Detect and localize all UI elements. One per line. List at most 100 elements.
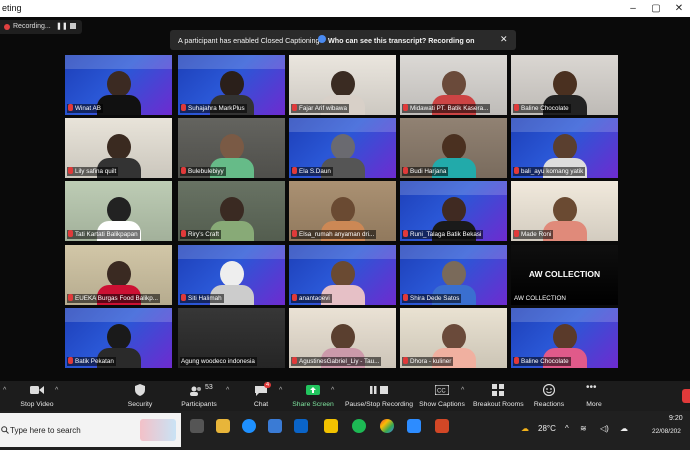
participants-button[interactable]: 53 Participants [176, 381, 222, 411]
participant-tile[interactable]: AgustinesGabriel_Liy - Tau... [289, 308, 396, 368]
cc-transcript-link[interactable]: Who can see this transcript? Recording o… [328, 36, 475, 45]
chevron-up-icon[interactable]: ^ [3, 387, 6, 394]
edge-browser-icon[interactable] [242, 419, 256, 433]
participant-name: Ela S.Daun [291, 167, 333, 176]
search-placeholder: Type here to search [10, 426, 81, 435]
participant-name: Suhajahra MarkPlus [180, 104, 247, 113]
participant-name: Midawati PT. Batik Kasera... [402, 104, 491, 113]
chat-button[interactable]: 4 Chat [238, 381, 284, 411]
window-title: eting [2, 3, 22, 13]
muted-mic-icon [68, 104, 73, 111]
show-hidden-icons[interactable]: ^ [565, 424, 569, 433]
share-screen-button[interactable]: Share Screen [290, 381, 336, 411]
show-captions-button[interactable]: CC Show Captions [419, 381, 465, 411]
participant-tile[interactable]: Tati Kartati Balikpapan [65, 181, 172, 241]
participant-tile[interactable]: Agung woodeco indonesia [178, 308, 285, 368]
breakout-label: Breakout Rooms [473, 401, 524, 408]
participant-tile[interactable]: Suhajahra MarkPlus [178, 55, 285, 115]
cloud-icon[interactable]: ☁ [620, 424, 628, 433]
participant-name-text: Siti Halimah [188, 295, 222, 302]
temperature[interactable]: 28°C [538, 424, 556, 433]
pause-recording-icon[interactable]: ❚❚ [56, 22, 68, 30]
participant-tile[interactable]: Shira Dede Satos [400, 245, 507, 305]
participant-name: Dhora - kuliner [402, 357, 454, 366]
file-explorer-icon[interactable] [216, 419, 230, 433]
muted-mic-icon [68, 294, 73, 301]
end-meeting-button[interactable] [682, 389, 690, 403]
muted-mic-icon [181, 167, 186, 174]
store-icon[interactable] [268, 419, 282, 433]
participant-tile[interactable]: Elsa_rumah anyaman dri... [289, 181, 396, 241]
participant-name-text: Ela S.Daun [299, 168, 331, 175]
participant-name: Bulebulebiyy [180, 167, 226, 176]
participant-name: Fajar Arif wibawa [291, 104, 349, 113]
participant-tile[interactable]: Midawati PT. Batik Kasera... [400, 55, 507, 115]
participant-tile[interactable]: Batik Pekatan [65, 308, 172, 368]
security-button[interactable]: Security [117, 381, 163, 411]
participant-tile[interactable]: Winat AB [65, 55, 172, 115]
participant-tile[interactable]: Riry's Craft [178, 181, 285, 241]
participant-tile[interactable]: Budi Harjana [400, 118, 507, 178]
taskbar-search-box[interactable]: Type here to search [0, 413, 181, 447]
powerpoint-icon[interactable] [435, 419, 449, 433]
chrome-icon[interactable] [380, 419, 394, 433]
muted-mic-icon [514, 167, 519, 174]
participant-tile[interactable]: EUEKA Burgas Food Balikp... [65, 245, 172, 305]
volume-icon[interactable]: ◁) [600, 424, 609, 433]
participant-tile[interactable]: Made Roni [511, 181, 618, 241]
participant-tile[interactable]: Fajar Arif wibawa [289, 55, 396, 115]
close-icon[interactable]: ✕ [668, 1, 690, 16]
participant-name-text: AgustinesGabriel_Liy - Tau... [299, 358, 380, 365]
participant-tile[interactable]: Dhora - kuliner [400, 308, 507, 368]
pause-stop-recording-button[interactable]: Pause/Stop Recording [343, 381, 415, 411]
participant-tile[interactable]: Ela S.Daun [289, 118, 396, 178]
maximize-icon[interactable]: ▢ [645, 1, 667, 16]
participant-tile[interactable]: AW COLLECTION AW COLLECTION [511, 245, 618, 305]
stop-recording-icon[interactable] [70, 23, 76, 29]
participant-tile[interactable]: Baline Chocolate [511, 308, 618, 368]
zoom-icon[interactable] [407, 419, 421, 433]
stop-video-button[interactable]: Stop Video [14, 381, 60, 411]
reactions-button[interactable]: Reactions [527, 381, 571, 411]
participant-tile[interactable]: Runi_Talaga Batik Bekasi [400, 181, 507, 241]
record-label: Pause/Stop Recording [344, 401, 413, 408]
breakout-rooms-icon [492, 384, 504, 396]
banner-close-icon[interactable]: ✕ [500, 34, 508, 45]
participant-tile[interactable]: Bulebulebiyy [178, 118, 285, 178]
participants-chevron-icon[interactable]: ^ [226, 387, 229, 394]
closed-caption-banner: A participant has enabled Closed Caption… [170, 30, 516, 50]
more-button[interactable]: ••• More [572, 381, 616, 411]
muted-mic-icon [514, 230, 519, 237]
mail-icon[interactable] [294, 419, 308, 433]
captions-chevron-icon[interactable]: ^ [461, 387, 464, 394]
video-options-chevron-icon[interactable]: ^ [55, 387, 58, 394]
cc-message: A participant has enabled Closed Caption… [178, 36, 320, 45]
security-label: Security [127, 401, 153, 408]
minimize-icon[interactable]: – [622, 1, 644, 16]
shield-icon [135, 384, 145, 396]
notes-icon[interactable] [324, 419, 338, 433]
task-view-icon[interactable] [190, 419, 204, 433]
muted-mic-icon [68, 357, 73, 364]
participant-tile[interactable]: Siti Halimah [178, 245, 285, 305]
stop-video-label: Stop Video [20, 401, 54, 408]
clock-time[interactable]: 9:20 [669, 415, 683, 422]
participant-name-text: Batik Pekatan [75, 358, 114, 365]
participant-tile[interactable]: anantaoevi [289, 245, 396, 305]
participant-tile[interactable]: Lily safina quilt [65, 118, 172, 178]
participant-name: Shira Dede Satos [402, 294, 462, 303]
participant-name: Batik Pekatan [67, 357, 116, 366]
participant-name-text: Midawati PT. Batik Kasera... [410, 105, 489, 112]
wifi-icon[interactable]: ≋ [580, 424, 587, 433]
muted-mic-icon [403, 167, 408, 174]
share-chevron-icon[interactable]: ^ [331, 387, 334, 394]
breakout-rooms-button[interactable]: Breakout Rooms [473, 381, 524, 411]
spotify-icon[interactable] [352, 419, 366, 433]
svg-text:CC: CC [437, 389, 446, 395]
chat-chevron-icon[interactable]: ^ [279, 387, 282, 394]
participant-tile[interactable]: Baline Chocolate [511, 55, 618, 115]
clock-date[interactable]: 22/08/202 [652, 428, 681, 435]
participant-tile[interactable]: bali_ayu komang yatik [511, 118, 618, 178]
participant-name-text: Runi_Talaga Batik Bekasi [410, 231, 482, 238]
muted-mic-icon [68, 167, 73, 174]
